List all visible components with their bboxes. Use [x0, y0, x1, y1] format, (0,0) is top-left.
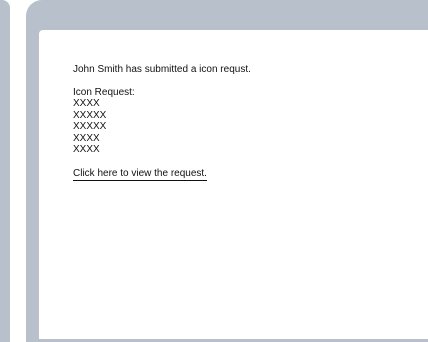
- email-message: John Smith has submitted a icon requst. …: [73, 64, 251, 181]
- request-item: XXXXX: [73, 121, 107, 132]
- request-items: XXXX XXXXX XXXXX XXXX XXXX: [73, 98, 251, 156]
- left-side-panel: [0, 0, 10, 342]
- request-item: XXXX: [73, 144, 100, 155]
- request-item: XXXX: [73, 132, 100, 144]
- request-item: XXXX: [73, 98, 100, 109]
- page: John Smith has submitted a icon requst. …: [0, 0, 428, 342]
- intro-line: John Smith has submitted a icon requst.: [73, 64, 251, 75]
- list-heading: Icon Request:: [73, 86, 135, 98]
- view-request-link[interactable]: Click here to view the request.: [73, 168, 207, 181]
- request-item: XXXXX: [73, 109, 107, 121]
